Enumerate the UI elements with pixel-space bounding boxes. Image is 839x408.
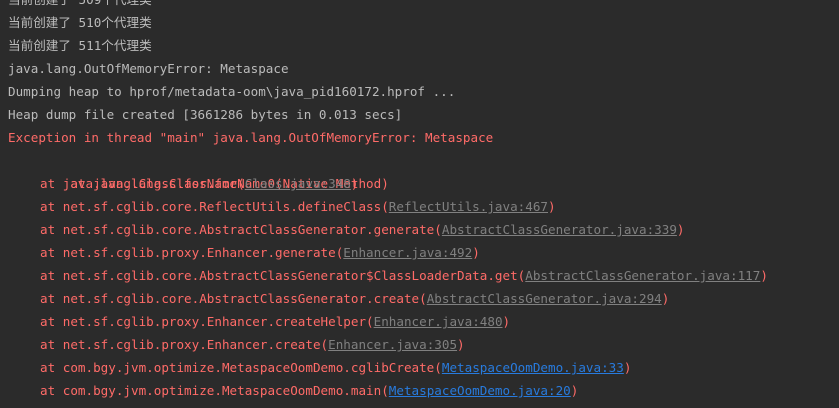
stack-frame: at net.sf.cglib.core.ReflectUtils.define… <box>40 195 556 218</box>
stack-frame-suffix: ) <box>676 222 685 237</box>
stack-frame-suffix: ) <box>350 176 359 191</box>
source-link[interactable]: ReflectUtils.java:467 <box>389 199 548 214</box>
stack-frame: at java.lang.Class.forName0(Native Metho… <box>40 149 388 191</box>
stack-frame-text: at net.sf.cglib.proxy.Enhancer.create( <box>40 337 329 352</box>
source-link[interactable]: AbstractClassGenerator.java:117 <box>525 268 760 283</box>
console-line: 当前创建了 510个代理类 <box>8 15 152 30</box>
console-line: java.lang.OutOfMemoryError: Metaspace <box>8 61 289 76</box>
stack-frame-text: at net.sf.cglib.proxy.Enhancer.generate( <box>40 245 344 260</box>
stack-frame-suffix: ) <box>472 245 480 260</box>
source-link[interactable]: AbstractClassGenerator.java:339 <box>442 222 677 237</box>
source-link[interactable]: MetaspaceOomDemo.java:33 <box>442 360 624 375</box>
stack-frame-text: at net.sf.cglib.core.AbstractClassGenera… <box>40 268 526 283</box>
stack-frame-suffix: ) <box>570 383 579 398</box>
stack-frame-suffix: ) <box>502 314 511 329</box>
stack-frame-suffix: ) <box>457 337 465 352</box>
source-link[interactable]: Class.java:348 <box>245 176 351 191</box>
stack-frame-text: at com.bgy.jvm.optimize.MetaspaceOomDemo… <box>40 360 442 375</box>
stack-frame-suffix: ) <box>760 268 768 283</box>
stack-frame-text: at net.sf.cglib.core.ReflectUtils.define… <box>40 199 389 214</box>
console-output: 当前创建了 509个代理类 当前创建了 510个代理类 当前创建了 511个代理… <box>0 0 839 408</box>
exception-line: Exception in thread "main" java.lang.Out… <box>8 130 494 145</box>
source-link[interactable]: Enhancer.java:492 <box>343 245 472 260</box>
source-link[interactable]: Enhancer.java:480 <box>374 314 503 329</box>
stack-frame-text: at net.sf.cglib.proxy.Enhancer.createHel… <box>40 314 374 329</box>
stack-frame-text: at java.lang.Class.forName( <box>40 176 245 191</box>
stack-frame: at net.sf.cglib.proxy.Enhancer.generate(… <box>40 241 480 264</box>
stack-frame: at net.sf.cglib.core.AbstractClassGenera… <box>40 218 685 241</box>
stack-frame: at net.sf.cglib.proxy.Enhancer.create(En… <box>40 333 465 356</box>
source-link[interactable]: AbstractClassGenerator.java:294 <box>427 291 662 306</box>
stack-frame: at java.lang.Class.forName(Class.java:34… <box>40 172 358 195</box>
stack-frame-text: at com.bgy.jvm.optimize.MetaspaceOomDemo… <box>40 383 389 398</box>
stack-frame: at com.bgy.jvm.optimize.MetaspaceOomDemo… <box>40 379 578 402</box>
stack-frame: at net.sf.cglib.proxy.Enhancer.createHel… <box>40 310 510 333</box>
stack-frame-text: at net.sf.cglib.core.AbstractClassGenera… <box>40 222 442 237</box>
console-line: 当前创建了 509个代理类 <box>8 0 152 11</box>
console-line: Dumping heap to hprof/metadata-oom\java_… <box>8 84 456 99</box>
stack-frame-suffix: ) <box>661 291 670 306</box>
source-link[interactable]: Enhancer.java:305 <box>328 337 457 352</box>
stack-frame-text: at net.sf.cglib.core.AbstractClassGenera… <box>40 291 427 306</box>
stack-frame-suffix: ) <box>548 199 556 214</box>
console-line: 当前创建了 511个代理类 <box>8 38 152 53</box>
stack-frame-suffix: ) <box>623 360 632 375</box>
stack-frame: at com.bgy.jvm.optimize.MetaspaceOomDemo… <box>40 356 631 379</box>
stack-frame: at net.sf.cglib.core.AbstractClassGenera… <box>40 264 768 287</box>
source-link[interactable]: MetaspaceOomDemo.java:20 <box>389 383 571 398</box>
stack-frame: at net.sf.cglib.core.AbstractClassGenera… <box>40 287 669 310</box>
console-line: Heap dump file created [3661286 bytes in… <box>8 107 403 122</box>
